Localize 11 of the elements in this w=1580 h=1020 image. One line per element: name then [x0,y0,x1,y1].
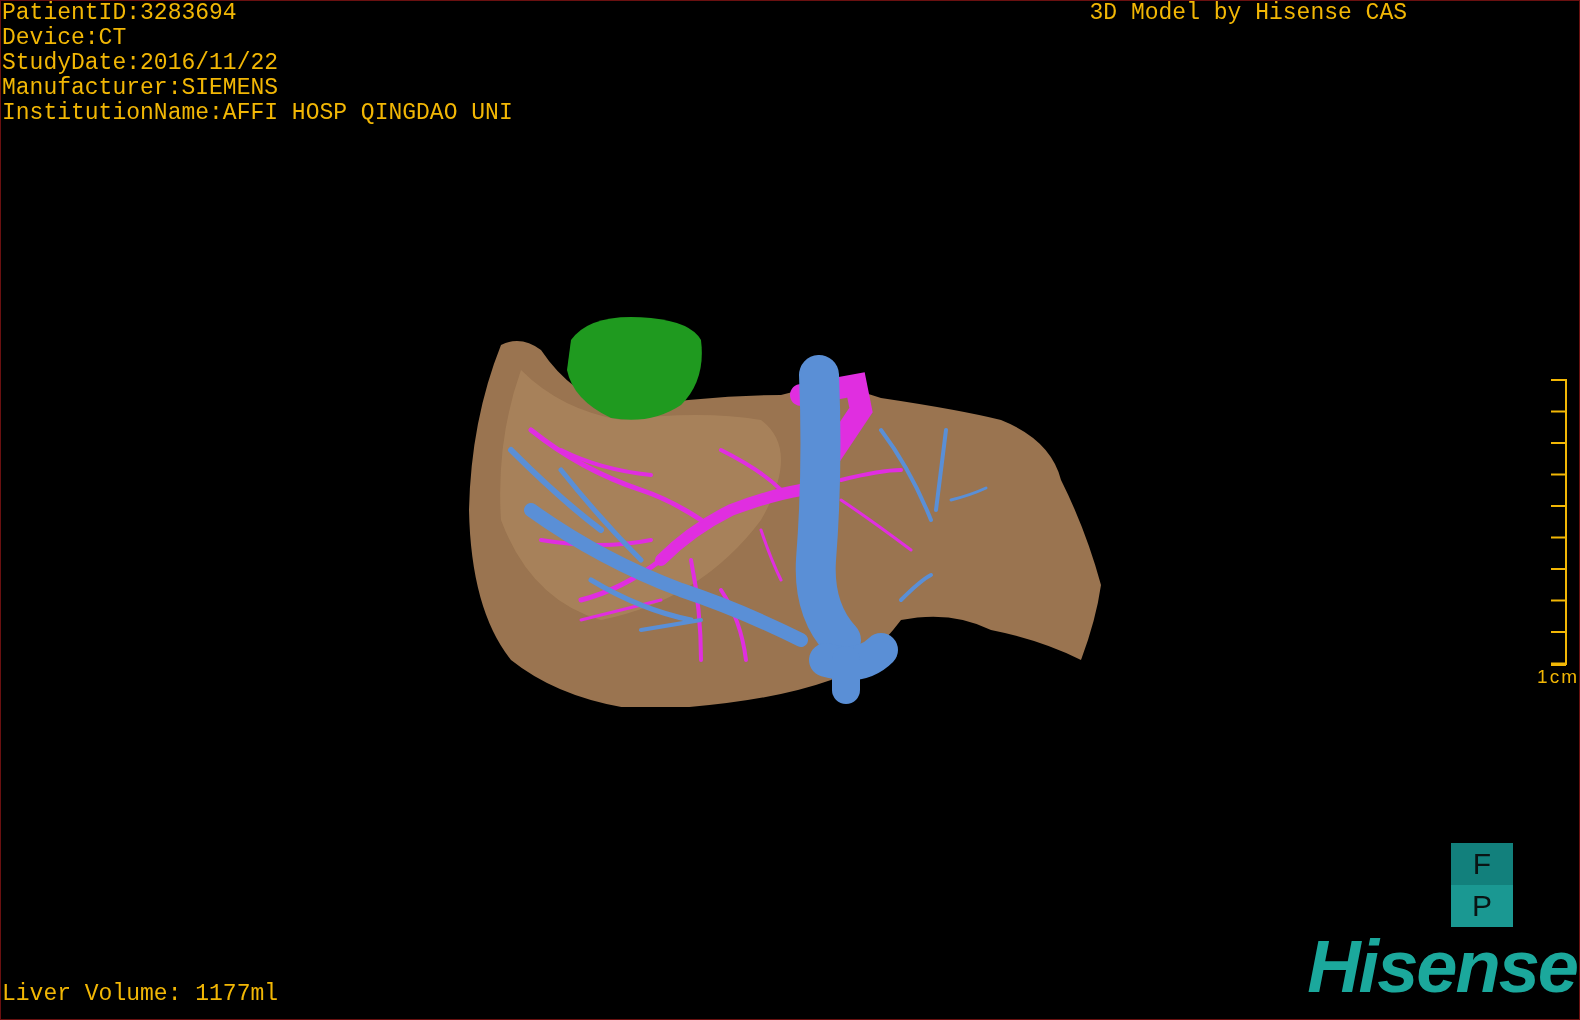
brand-logo: Hisense [1307,933,1578,1001]
patient-info-line: PatientID:3283694 [2,1,238,26]
scale-label: 1cm [1537,666,1579,688]
patient-info-line: StudyDate:2016/11/22 [2,51,280,76]
patient-info-line: InstitutionName:AFFI HOSP QINGDAO UNI [2,101,513,126]
patient-info-line: Device:CT [2,26,128,51]
orientation-cube-face[interactable]: F [1451,843,1513,885]
model-title: 3D Model by Hisense CAS [1089,1,1407,26]
patient-info-line: Manufacturer:SIEMENS [2,76,280,101]
orientation-cube-face[interactable]: P [1451,885,1513,927]
liver-volume-text: Liver Volume: 1177ml [1,982,279,1009]
